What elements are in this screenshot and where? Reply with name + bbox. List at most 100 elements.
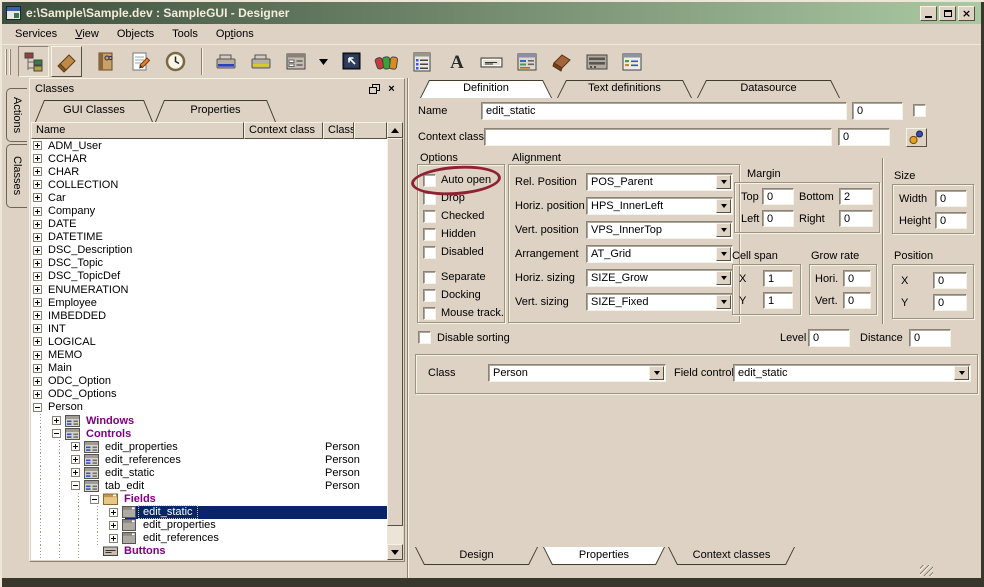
tree-item-label[interactable]: edit_static xyxy=(101,467,159,479)
dropdown-button[interactable] xyxy=(716,247,731,261)
tree-item-label[interactable]: Buttons xyxy=(120,545,170,557)
dropdown-button[interactable] xyxy=(716,223,731,237)
tree-expander-collapsed[interactable] xyxy=(31,152,44,165)
report-icon[interactable] xyxy=(408,48,436,76)
column-name[interactable]: Name xyxy=(31,122,244,139)
tree-scrollbar[interactable] xyxy=(387,122,403,560)
tree-expander-expanded[interactable] xyxy=(69,479,82,492)
tree-item-dsc-topic[interactable]: DSC_Topic xyxy=(31,257,387,270)
tree-item-label[interactable]: Person xyxy=(44,401,87,413)
class-dropdown[interactable]: Person xyxy=(488,364,666,382)
tree-expander-collapsed[interactable] xyxy=(31,322,44,335)
tree-expander-collapsed[interactable] xyxy=(31,218,44,231)
tree-item-label[interactable]: Controls xyxy=(82,428,135,440)
tree-item-dsc-description[interactable]: DSC_Description xyxy=(31,244,387,257)
markers-icon[interactable] xyxy=(373,48,401,76)
tree-item-label[interactable]: COLLECTION xyxy=(44,179,122,191)
minimize-button[interactable] xyxy=(920,6,937,21)
tree-expander-expanded[interactable] xyxy=(50,427,63,440)
tree-item-car[interactable]: Car xyxy=(31,191,387,204)
menu-options[interactable]: Options xyxy=(207,26,263,42)
tree-item-label[interactable]: edit_references xyxy=(139,532,223,544)
edit-note-icon[interactable] xyxy=(127,48,155,76)
tree-item-logical[interactable]: LOGICAL xyxy=(31,335,387,348)
tree-expander-collapsed[interactable] xyxy=(31,178,44,191)
tree-expander-expanded[interactable] xyxy=(88,493,101,506)
tree-item-person[interactable]: Person xyxy=(31,401,387,414)
level-input[interactable]: 0 xyxy=(808,329,850,347)
plus-icon[interactable] xyxy=(33,233,42,242)
eraser-icon[interactable] xyxy=(51,46,82,77)
tree-item-label[interactable]: IMBEDDED xyxy=(44,310,110,322)
form-window-icon[interactable] xyxy=(513,48,541,76)
toolbar-grip[interactable] xyxy=(5,49,13,75)
tree-item-label[interactable]: ENUMERATION xyxy=(44,284,132,296)
tree-item-label[interactable]: edit_references xyxy=(101,454,185,466)
tree-item-label[interactable]: DATETIME xyxy=(44,231,107,243)
resize-grip[interactable] xyxy=(920,565,933,576)
plus-icon[interactable] xyxy=(71,455,80,464)
size-width-input[interactable]: 0 xyxy=(935,190,967,207)
tree-item-label[interactable]: tab_edit xyxy=(101,480,148,492)
tree-item-edit-references[interactable]: edit_referencesPerson xyxy=(31,453,387,466)
dropdown-button[interactable] xyxy=(716,199,731,213)
tree-expander-collapsed[interactable] xyxy=(31,388,44,401)
plus-icon[interactable] xyxy=(33,337,42,346)
distance-input[interactable]: 0 xyxy=(909,329,951,347)
plus-icon[interactable] xyxy=(33,220,42,229)
tree-item-label[interactable]: ODC_Option xyxy=(44,375,115,387)
tree-item-edit-static[interactable]: edit_staticPerson xyxy=(31,466,387,479)
tree-item-label[interactable]: edit_static xyxy=(139,506,197,518)
tree-expander-collapsed[interactable] xyxy=(31,257,44,270)
tree-item-label[interactable]: Car xyxy=(44,192,70,204)
minus-icon[interactable] xyxy=(71,481,80,490)
vert-sizing-dropdown[interactable]: SIZE_Fixed xyxy=(586,293,733,311)
minus-icon[interactable] xyxy=(90,495,99,504)
panel-splitter[interactable] xyxy=(404,78,412,578)
tree-expander-collapsed[interactable] xyxy=(31,349,44,362)
plus-icon[interactable] xyxy=(33,272,42,281)
tab-definition[interactable]: Definition xyxy=(420,80,552,98)
plus-icon[interactable] xyxy=(33,311,42,320)
tree-item-label[interactable]: DSC_TopicDef xyxy=(44,270,124,282)
tree-item-company[interactable]: Company xyxy=(31,204,387,217)
tree-item-label[interactable]: edit_properties xyxy=(139,519,220,531)
plus-icon[interactable] xyxy=(33,141,42,150)
tree-expander-collapsed[interactable] xyxy=(31,335,44,348)
mouse-track--checkbox[interactable] xyxy=(423,307,436,320)
menu-services[interactable]: Services xyxy=(6,26,66,42)
menu-objects[interactable]: Objects xyxy=(108,26,163,42)
plus-icon[interactable] xyxy=(33,324,42,333)
tree-expander-collapsed[interactable] xyxy=(107,519,120,532)
tree-item-imbedded[interactable]: IMBEDDED xyxy=(31,309,387,322)
hidden-checkbox[interactable] xyxy=(423,228,436,241)
tree-expander-collapsed[interactable] xyxy=(69,453,82,466)
vert-position-dropdown[interactable]: VPS_InnerTop xyxy=(586,221,733,239)
tree-item-adm-user[interactable]: ADM_User xyxy=(31,139,387,152)
tree-item-odc-options[interactable]: ODC_Options xyxy=(31,388,387,401)
tree-item-label[interactable]: edit_properties xyxy=(101,441,182,453)
minus-icon[interactable] xyxy=(52,429,61,438)
tree-item-label[interactable]: Company xyxy=(44,205,99,217)
margin-right-input[interactable]: 0 xyxy=(839,210,873,227)
plus-icon[interactable] xyxy=(71,468,80,477)
tree-item-label[interactable]: DSC_Description xyxy=(44,244,136,256)
tree-item-tab-edit[interactable]: tab_editPerson xyxy=(31,479,387,492)
cell-span-x-input[interactable]: 1 xyxy=(763,270,793,287)
horiz-position-dropdown[interactable]: HPS_InnerLeft xyxy=(586,197,733,215)
tree-item-buttons[interactable]: Buttons xyxy=(31,545,387,558)
size-height-input[interactable]: 0 xyxy=(935,212,967,229)
tree-item-label[interactable]: INT xyxy=(44,323,70,335)
field-control-dropdown-button[interactable] xyxy=(954,366,969,380)
cell-span-y-input[interactable]: 1 xyxy=(763,292,793,309)
tab-context-classes[interactable]: Context classes xyxy=(668,547,795,565)
font-icon[interactable]: A xyxy=(443,48,471,76)
tab-gui-classes[interactable]: GUI Classes xyxy=(35,100,153,122)
checked-checkbox[interactable] xyxy=(423,210,436,223)
drawer-yellow-icon[interactable] xyxy=(247,48,275,76)
tab-datasource[interactable]: Datasource xyxy=(697,80,840,98)
scrollbar-thumb[interactable] xyxy=(387,138,403,526)
column-context-class[interactable]: Context class xyxy=(244,122,323,139)
scroll-up-button[interactable] xyxy=(387,122,403,138)
hierarchy-icon[interactable] xyxy=(18,46,49,77)
